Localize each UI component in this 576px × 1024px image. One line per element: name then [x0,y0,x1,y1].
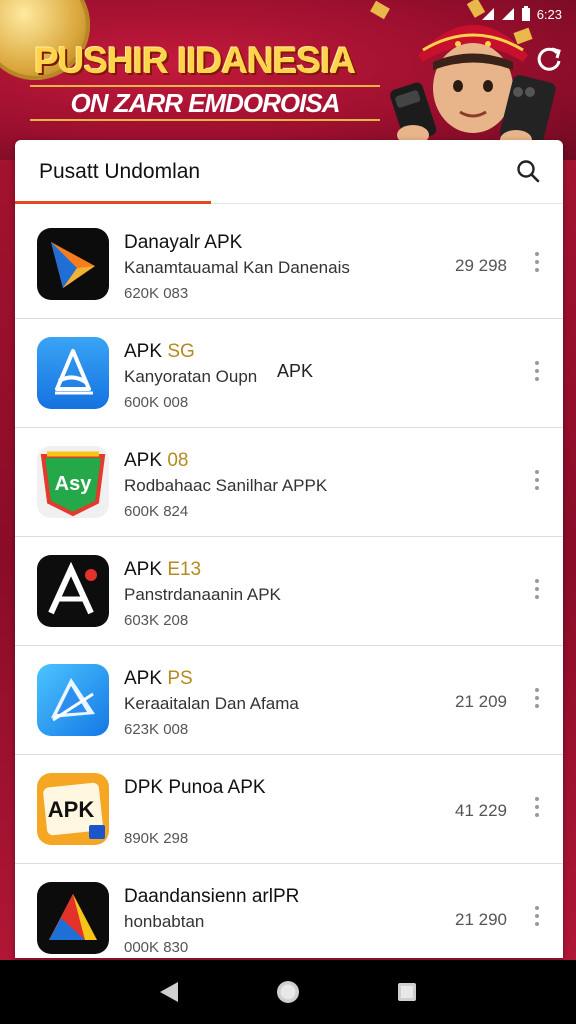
status-time: 6:23 [536,6,562,22]
app-title: APK SG [124,341,195,362]
app-title: Daandansienn arlPR [124,886,300,907]
apk-badge-logo-icon: APK [37,773,109,845]
list-item[interactable]: Asy APK 08 Rodbahaac Sanilhar APPK 600K … [15,428,563,537]
list-item[interactable]: APK SG APK Kanyoratan Oupn 600K 008 [15,319,563,428]
list-item[interactable]: Danayalr APK Kanamtauamal Kan Danenais 6… [15,210,563,319]
blue-a-logo-icon [37,337,109,409]
status-bar: 6:23 [481,4,562,24]
download-count: 29 298 [455,256,507,275]
signal-icon [481,8,494,20]
recent-apps-icon[interactable] [392,977,422,1007]
app-size: 600K 008 [124,394,189,411]
download-count: 21 209 [455,692,507,711]
banner-subtitle: ON ZARR EMDOROISA [70,87,341,118]
confetti-decoration [370,0,390,20]
app-title: APK 08 [124,450,189,471]
active-tab-indicator [15,201,211,204]
download-count: 21 290 [455,910,507,929]
card-header: Pusatt Undomlan [15,140,563,204]
more-options-icon[interactable] [529,466,545,496]
app-title: APK PS [124,668,193,689]
app-size: 620K 083 [124,285,189,302]
network-icon [501,8,514,20]
app-size: 603K 208 [124,612,189,629]
more-options-icon[interactable] [529,357,545,387]
banner-title: PUSHIR IIDANESIA [34,40,356,81]
app-label: APK [277,361,314,381]
svg-text:APK: APK [48,797,95,822]
app-title: Danayalr APK [124,232,243,253]
app-download-card: Pusatt Undomlan Danayalr APK Kanamtauama… [15,140,563,958]
list-item[interactable]: APK DPK Punoa APK 890K 298 41 229 [15,755,563,864]
search-icon[interactable] [515,158,541,184]
more-options-icon[interactable] [529,575,545,605]
app-subtitle: Kanyoratan Oupn [124,367,258,386]
app-size: 000K 830 [124,939,189,956]
app-size: 600K 824 [124,503,189,520]
more-options-icon[interactable] [529,248,545,278]
black-a-logo-icon [37,555,109,627]
green-asy-logo-icon: Asy [37,446,109,518]
app-list: Danayalr APK Kanamtauamal Kan Danenais 6… [15,210,563,958]
app-subtitle: Panstrdanaanin APK [124,585,281,604]
app-subtitle: Kanamtauamal Kan Danenais [124,258,350,277]
svg-text:Asy: Asy [55,473,93,495]
arrow-logo-icon [37,228,109,300]
mascot-illustration [390,25,556,160]
more-options-icon[interactable] [529,684,545,714]
download-count: 41 229 [455,801,507,820]
list-item[interactable]: Daandansienn arlPR honbabtan 000K 830 21… [15,864,563,958]
list-item[interactable]: APK PS Keraaitalan Dan Afama 623K 008 21… [15,646,563,755]
app-title: APK E13 [124,559,202,580]
system-navigation-bar [0,960,576,1024]
blue-arrow-logo-icon [37,664,109,736]
page-title: Pusatt Undomlan [39,159,201,183]
promo-banner[interactable]: PUSHIR IIDANESIA ON ZARR EMDOROISA 6:23 [0,0,576,160]
back-icon[interactable] [154,977,184,1007]
app-subtitle: Keraaitalan Dan Afama [124,694,299,713]
refresh-icon[interactable] [534,44,564,74]
banner-subtitle-frame: ON ZARR EMDOROISA [30,85,380,121]
app-subtitle: Rodbahaac Sanilhar APPK [124,476,328,495]
triangle-logo-icon [37,882,109,954]
app-size: 890K 298 [124,830,189,847]
battery-icon [521,6,530,21]
more-options-icon[interactable] [529,902,545,932]
more-options-icon[interactable] [529,793,545,823]
home-icon[interactable] [273,977,303,1007]
app-subtitle: honbabtan [124,912,205,931]
app-title: DPK Punoa APK [124,777,266,798]
app-size: 623K 008 [124,721,189,738]
list-item[interactable]: APK E13 Panstrdanaanin APK 603K 208 [15,537,563,646]
